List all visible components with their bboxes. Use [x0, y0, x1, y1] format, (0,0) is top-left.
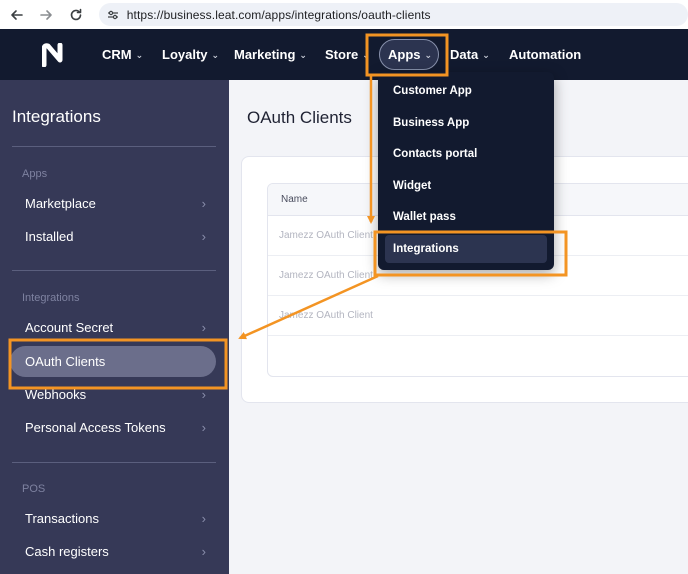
table-cell-name: Jamezz OAuth Client [279, 230, 373, 241]
table-cell-name: Jamezz OAuth Client [279, 310, 373, 321]
sidebar-item-label: Personal Access Tokens [25, 420, 166, 435]
sidebar-title: Integrations [12, 107, 101, 126]
nav-crm-label: CRM [102, 47, 132, 62]
chevron-right-icon: › [201, 196, 206, 211]
address-bar[interactable]: https://business.leat.com/apps/integrati… [98, 3, 688, 26]
sidebar-item-label: Webhooks [25, 387, 87, 402]
chevron-down-icon: ⌄ [482, 50, 490, 60]
chevron-right-icon: › [201, 511, 206, 526]
chevron-down-icon: ⌄ [362, 50, 370, 60]
nav-apps-label: Apps [388, 47, 421, 62]
sidebar-item-account-secret[interactable]: Account Secret › [10, 312, 216, 343]
sidebar-item-personal-access-tokens[interactable]: Personal Access Tokens › [10, 412, 216, 443]
chevron-right-icon: › [201, 229, 206, 244]
sidebar-item-label: Marketplace [25, 196, 96, 211]
chevron-right-icon: › [201, 544, 206, 559]
nav-loyalty[interactable]: Loyalty ⌄ [162, 29, 219, 80]
table-cell-name: Jamezz OAuth Client [279, 270, 373, 281]
nav-crm[interactable]: CRM ⌄ [102, 29, 143, 80]
sidebar-item-label: Account Secret [25, 320, 114, 335]
sidebar-item-label: Installed [25, 229, 74, 244]
chevron-right-icon: › [201, 387, 206, 402]
sidebar-item-label: Transactions [25, 511, 99, 526]
sidebar-divider [12, 270, 216, 271]
apps-dropdown-menu: Customer App Business App Contacts porta… [378, 72, 554, 270]
sidebar-item-cash-registers[interactable]: Cash registers › [10, 536, 216, 567]
chevron-down-icon: ⌄ [299, 50, 307, 60]
chevron-down-icon: ⌄ [135, 50, 144, 60]
sidebar-item-installed[interactable]: Installed › [10, 221, 216, 252]
menu-item-integrations[interactable]: Integrations [385, 235, 547, 263]
menu-item-wallet-pass[interactable]: Wallet pass [385, 203, 547, 231]
sidebar-section-pos: POS [22, 483, 46, 495]
sidebar-item-oauth-clients[interactable]: OAuth Clients [10, 346, 216, 377]
sidebar-divider [12, 462, 216, 463]
sidebar-item-marketplace[interactable]: Marketplace › [10, 188, 216, 219]
sidebar-divider [12, 146, 216, 147]
tune-icon[interactable] [105, 7, 121, 23]
sidebar-item-label: OAuth Clients [25, 354, 106, 369]
sidebar-item-webhooks[interactable]: Webhooks › [10, 379, 216, 410]
sidebar-section-integrations: Integrations [22, 292, 80, 304]
top-navigation: CRM ⌄ Loyalty ⌄ Marketing ⌄ Store ⌄ Apps ⌄ Da… [0, 29, 688, 80]
sidebar: Integrations Apps Marketplace › Installe… [0, 80, 229, 574]
reload-icon[interactable] [65, 4, 87, 26]
nav-marketing-label: Marketing [234, 47, 296, 62]
menu-item-business-app[interactable]: Business App [385, 109, 547, 137]
chevron-down-icon: ⌄ [211, 50, 220, 60]
menu-item-customer-app[interactable]: Customer App [385, 77, 547, 105]
nav-store-label: Store [325, 47, 359, 62]
sidebar-item-transactions[interactable]: Transactions › [10, 503, 216, 534]
nav-loyalty-label: Loyalty [162, 47, 208, 62]
arrow-right-icon[interactable] [36, 4, 58, 26]
chevron-down-icon: ⌄ [424, 50, 433, 60]
menu-item-contacts-portal[interactable]: Contacts portal [385, 140, 547, 168]
menu-item-widget[interactable]: Widget [385, 172, 547, 200]
nav-marketing[interactable]: Marketing ⌄ [234, 29, 307, 80]
sidebar-section-apps: Apps [22, 168, 48, 180]
chevron-right-icon: › [201, 420, 206, 435]
nav-automation-label: Automation [509, 47, 582, 62]
table-row[interactable]: Jamezz OAuth Client [268, 296, 688, 336]
nav-store[interactable]: Store ⌄ [325, 29, 370, 80]
arrow-left-icon[interactable] [6, 4, 28, 26]
url-text: https://business.leat.com/apps/integrati… [126, 7, 431, 22]
leat-logo[interactable] [41, 42, 68, 68]
chevron-right-icon: › [201, 320, 206, 335]
browser-toolbar: https://business.leat.com/apps/integrati… [0, 0, 688, 29]
sidebar-item-label: Cash registers [25, 544, 109, 559]
page-title: OAuth Clients [247, 108, 352, 127]
nav-data-label: Data [450, 47, 479, 62]
